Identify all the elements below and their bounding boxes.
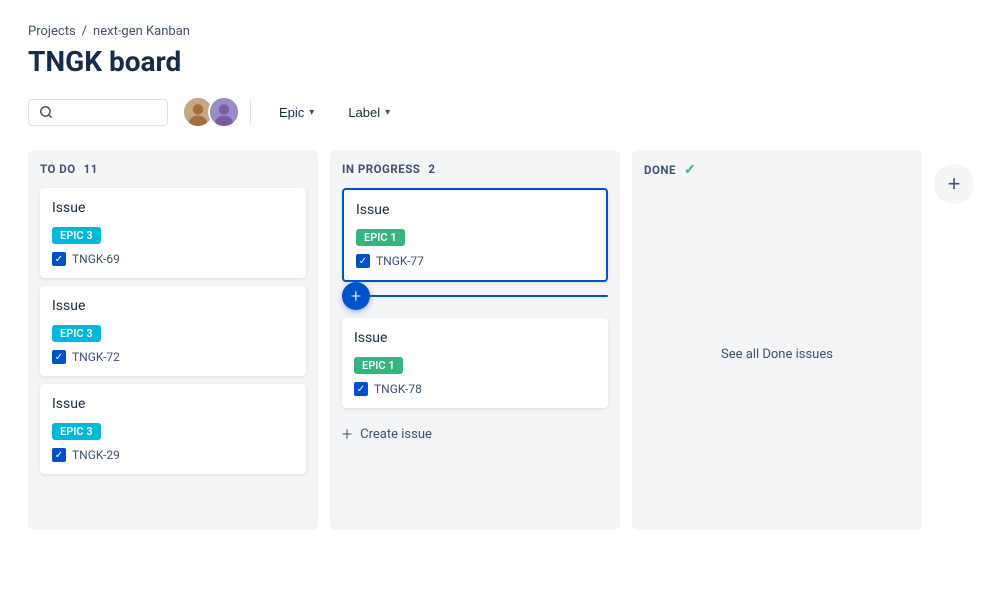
card-tngk-29-checkbox — [52, 448, 66, 462]
add-column-icon: + — [948, 171, 961, 197]
column-inprogress-header: IN PROGRESS 2 — [342, 162, 608, 176]
see-all-done-link[interactable]: See all Done issues — [644, 190, 910, 518]
page-container: Projects / next-gen Kanban TNGK board — [0, 0, 999, 554]
epic-filter-label: Epic — [279, 105, 304, 120]
card-tngk-69-epic: EPIC 3 — [52, 227, 101, 244]
card-tngk-69[interactable]: Issue EPIC 3 TNGK-69 — [40, 188, 306, 278]
avatar-2-img — [210, 96, 238, 128]
column-todo-header: TO DO 11 — [40, 162, 306, 176]
column-inprogress-count: 2 — [428, 162, 435, 176]
breadcrumb-board[interactable]: next-gen Kanban — [93, 24, 190, 39]
card-tngk-72[interactable]: Issue EPIC 3 TNGK-72 — [40, 286, 306, 376]
card-tngk-78-meta: TNGK-78 — [354, 382, 596, 396]
search-icon — [39, 105, 53, 119]
create-issue-label: Create issue — [360, 427, 432, 442]
search-input[interactable] — [59, 105, 157, 120]
avatar-2[interactable] — [208, 96, 240, 128]
card-tngk-78-title: Issue — [354, 330, 596, 346]
card-tngk-77-title: Issue — [356, 202, 594, 218]
card-tngk-77[interactable]: Issue EPIC 1 TNGK-77 — [342, 188, 608, 282]
card-tngk-77-key: TNGK-77 — [376, 254, 424, 268]
card-tngk-77-epic: EPIC 1 — [356, 229, 405, 246]
breadcrumb-projects[interactable]: Projects — [28, 24, 76, 39]
done-check-icon: ✓ — [684, 162, 696, 178]
card-tngk-72-checkbox — [52, 350, 66, 364]
column-todo-count: 11 — [84, 162, 98, 176]
card-tngk-69-title: Issue — [52, 200, 294, 216]
card-tngk-72-title: Issue — [52, 298, 294, 314]
card-tngk-69-meta: TNGK-69 — [52, 252, 294, 266]
column-done-header: DONE ✓ — [644, 162, 910, 178]
page-title: TNGK board — [28, 45, 971, 78]
card-tngk-78-epic: EPIC 1 — [354, 357, 403, 374]
card-tngk-69-checkbox — [52, 252, 66, 266]
board: TO DO 11 Issue EPIC 3 TNGK-69 Issue EPIC… — [28, 150, 971, 530]
card-tngk-72-meta: TNGK-72 — [52, 350, 294, 364]
card-tngk-29-key: TNGK-29 — [72, 448, 120, 462]
column-inprogress: IN PROGRESS 2 Issue EPIC 1 TNGK-77 + — [330, 150, 620, 530]
card-tngk-78-key: TNGK-78 — [374, 382, 422, 396]
card-tngk-72-epic: EPIC 3 — [52, 325, 101, 342]
column-todo-title: TO DO — [40, 162, 76, 176]
card-tngk-69-key: TNGK-69 — [72, 252, 120, 266]
card-tngk-78[interactable]: Issue EPIC 1 TNGK-78 — [342, 318, 608, 408]
column-done: DONE ✓ See all Done issues — [632, 150, 922, 530]
card-tngk-29[interactable]: Issue EPIC 3 TNGK-29 — [40, 384, 306, 474]
card-tngk-77-meta: TNGK-77 — [356, 254, 594, 268]
add-column-button[interactable]: + — [934, 164, 974, 204]
create-issue-button[interactable]: + Create issue — [342, 416, 608, 449]
epic-filter-button[interactable]: Epic ▾ — [267, 100, 326, 125]
toolbar: Epic ▾ Label ▾ — [28, 96, 971, 128]
breadcrumb: Projects / next-gen Kanban — [28, 24, 971, 39]
column-inprogress-title: IN PROGRESS — [342, 162, 420, 176]
search-box[interactable] — [28, 99, 168, 126]
avatar-group — [182, 96, 234, 128]
epic-chevron-icon: ▾ — [309, 107, 314, 118]
card-tngk-29-title: Issue — [52, 396, 294, 412]
column-done-title: DONE — [644, 163, 676, 177]
toolbar-divider — [250, 100, 251, 124]
label-filter-button[interactable]: Label ▾ — [336, 100, 402, 125]
card-tngk-29-meta: TNGK-29 — [52, 448, 294, 462]
column-todo: TO DO 11 Issue EPIC 3 TNGK-69 Issue EPIC… — [28, 150, 318, 530]
label-filter-label: Label — [348, 105, 380, 120]
create-issue-plus-icon: + — [342, 424, 352, 445]
card-tngk-78-checkbox — [354, 382, 368, 396]
breadcrumb-separator: / — [82, 24, 87, 39]
label-chevron-icon: ▾ — [385, 107, 390, 118]
card-tngk-72-key: TNGK-72 — [72, 350, 120, 364]
card-tngk-77-checkbox — [356, 254, 370, 268]
card-tngk-29-epic: EPIC 3 — [52, 423, 101, 440]
add-between-button[interactable]: + — [342, 282, 370, 310]
